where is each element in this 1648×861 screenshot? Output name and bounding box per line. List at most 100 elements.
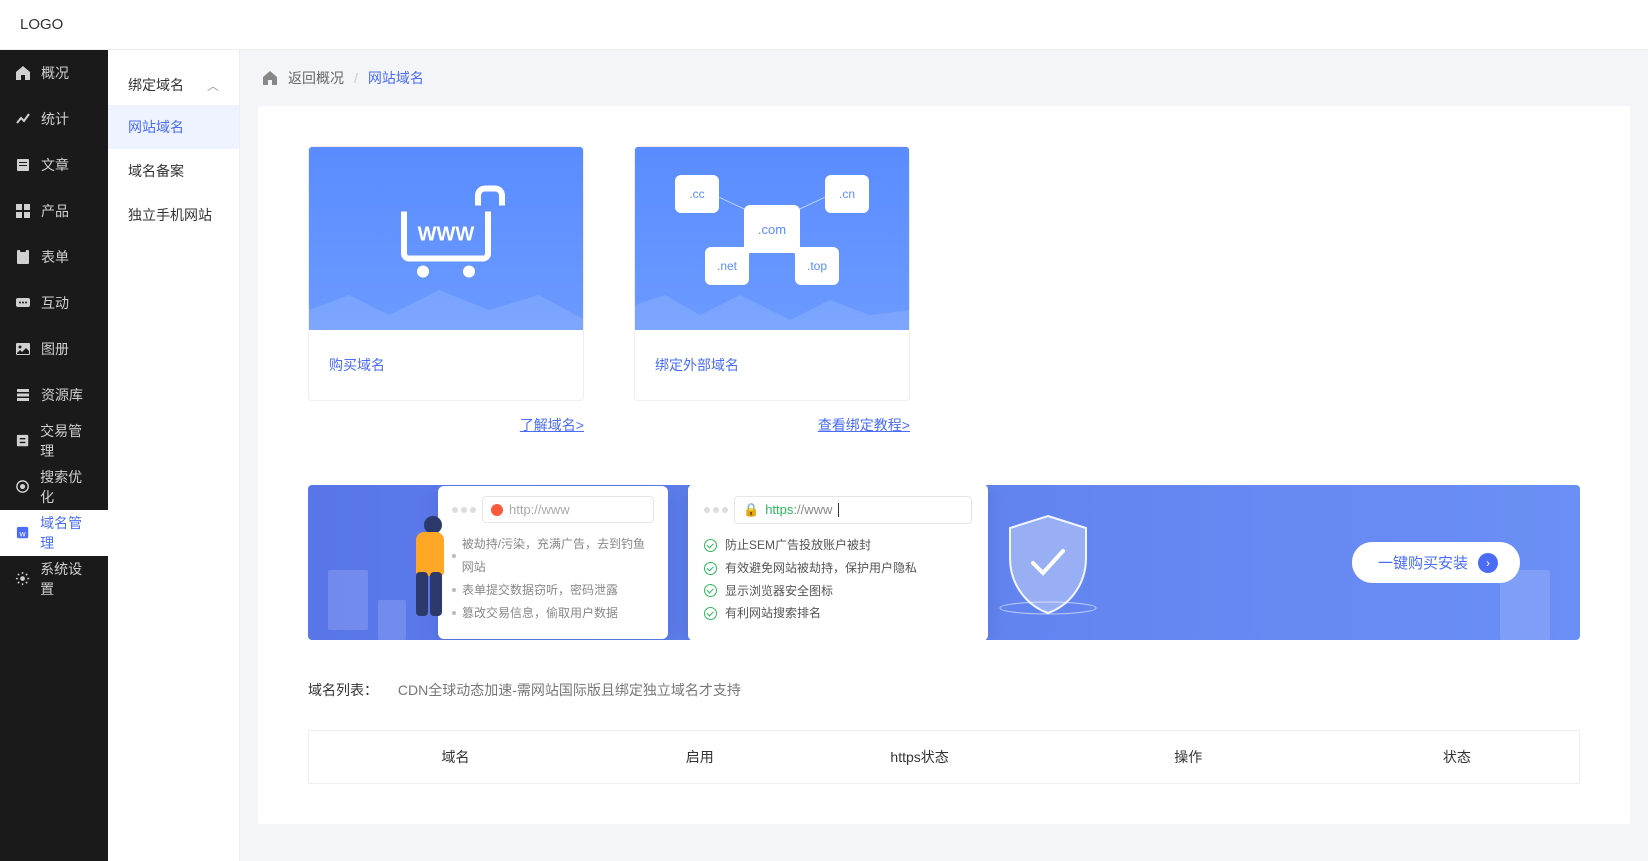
http-url-text: http://www: [509, 502, 570, 517]
article-icon: [15, 157, 31, 173]
check-icon: [704, 562, 717, 575]
card-link-learn-domain[interactable]: 了解域名>: [520, 417, 584, 433]
sidebar-item-seo[interactable]: 搜索优化: [0, 464, 108, 510]
sidebar-item-resource[interactable]: 资源库: [0, 372, 108, 418]
card-illustration: .cc .com .cn .net .top: [635, 147, 909, 330]
stats-icon: [15, 111, 31, 127]
sidebar-item-label: 交易管理: [40, 421, 93, 461]
subnav-title-label: 绑定域名: [128, 75, 184, 95]
subnav: 绑定域名 ︿ 网站域名 域名备案 独立手机网站: [108, 50, 240, 861]
card-label: 购买域名: [309, 330, 583, 400]
card-bind-external-domain[interactable]: .cc .com .cn .net .top 绑定外部域名: [634, 146, 910, 401]
sidebar-item-gallery[interactable]: 图册: [0, 326, 108, 372]
https-benefit-text: 显示浏览器安全图标: [725, 580, 833, 603]
sidebar-item-label: 产品: [41, 201, 69, 221]
sidebar-item-label: 互动: [41, 293, 69, 313]
subnav-item-mobile-site[interactable]: 独立手机网站: [108, 193, 239, 237]
sidebar-item-label: 概况: [41, 63, 69, 83]
subnav-item-label: 独立手机网站: [128, 205, 212, 225]
card-illustration: WWW: [309, 147, 583, 330]
card-buy-domain[interactable]: WWW 购买域名: [308, 146, 584, 401]
breadcrumb-sep: /: [354, 70, 358, 86]
sidebar-item-label: 资源库: [41, 385, 83, 405]
chevron-up-icon: ︿: [207, 77, 219, 94]
sidebar-item-label: 域名管理: [40, 513, 93, 553]
warning-icon: [491, 504, 503, 516]
domain-icon: w: [15, 525, 30, 541]
seo-icon: [15, 479, 30, 495]
settings-icon: [15, 571, 30, 587]
sidebar-item-label: 图册: [41, 339, 69, 359]
check-icon: [704, 607, 717, 620]
home-icon: [262, 70, 278, 86]
subnav-item-label: 域名备案: [128, 161, 184, 181]
https-banner: http://www 被劫持/污染，充满广告，去到钓鱼网站 表单提交数据窃听，密…: [308, 485, 1580, 640]
check-icon: [704, 584, 717, 597]
http-risk-text: 表单提交数据窃听，密码泄露: [462, 579, 618, 602]
main-area: 返回概况 / 网站域名 WWW: [240, 50, 1648, 861]
product-icon: [15, 203, 31, 219]
resource-icon: [15, 387, 31, 403]
tld-badge: .cc: [675, 175, 719, 213]
subnav-item-site-domain[interactable]: 网站域名: [108, 105, 239, 149]
tld-badge: .net: [705, 247, 749, 285]
card-label: 绑定外部域名: [635, 330, 909, 400]
domain-list-desc: CDN全球动态加速-需网站国际版且绑定独立域名才支持: [398, 682, 741, 698]
sidebar-item-label: 文章: [41, 155, 69, 175]
https-benefit-text: 有效避免网站被劫持，保护用户隐私: [725, 557, 917, 580]
breadcrumb: 返回概况 / 网站域名: [240, 50, 1648, 106]
column-enable: 启用: [602, 747, 797, 767]
shield-icon: [998, 508, 1098, 618]
tld-badge: .com: [744, 205, 800, 253]
sidebar-item-label: 搜索优化: [40, 467, 93, 507]
http-browser-illustration: http://www 被劫持/污染，充满广告，去到钓鱼网站 表单提交数据窃听，密…: [438, 486, 668, 638]
trade-icon: [15, 433, 30, 449]
sidebar-item-trade[interactable]: 交易管理: [0, 418, 108, 464]
check-icon: [704, 539, 717, 552]
column-status: 状态: [1335, 747, 1579, 767]
cart-www-text: WWW: [407, 211, 485, 246]
sidebar-item-article[interactable]: 文章: [0, 142, 108, 188]
subnav-item-label: 网站域名: [128, 117, 184, 137]
column-action: 操作: [1042, 747, 1335, 767]
tld-badge: .top: [795, 247, 839, 285]
sidebar-item-form[interactable]: 表单: [0, 234, 108, 280]
content-panel: WWW 购买域名 了解域名>: [258, 106, 1630, 824]
primary-sidebar: 概况 统计 文章 产品 表单 互动: [0, 50, 108, 861]
subnav-item-icp[interactable]: 域名备案: [108, 149, 239, 193]
interact-icon: [15, 295, 31, 311]
http-risk-text: 被劫持/污染，充满广告，去到钓鱼网站: [462, 533, 654, 579]
sidebar-item-interact[interactable]: 互动: [0, 280, 108, 326]
breadcrumb-back[interactable]: 返回概况: [288, 68, 344, 88]
domain-table: 域名 启用 https状态 操作 状态: [308, 730, 1580, 784]
cta-label: 一键购买安装: [1378, 552, 1468, 573]
svg-text:w: w: [18, 529, 26, 539]
sidebar-item-settings[interactable]: 系统设置: [0, 556, 108, 602]
home-icon: [15, 65, 31, 81]
one-click-install-button[interactable]: 一键购买安装 ›: [1352, 542, 1520, 583]
logo: LOGO: [20, 16, 63, 33]
table-header-row: 域名 启用 https状态 操作 状态: [309, 731, 1579, 783]
sidebar-item-product[interactable]: 产品: [0, 188, 108, 234]
https-benefit-text: 防止SEM广告投放账户被封: [725, 534, 871, 557]
https-url-rest: ://www: [793, 502, 832, 517]
subnav-title[interactable]: 绑定域名 ︿: [108, 75, 239, 105]
card-link-bind-tutorial[interactable]: 查看绑定教程>: [818, 417, 910, 433]
http-risk-text: 篡改交易信息，偷取用户数据: [462, 602, 618, 625]
sidebar-item-overview[interactable]: 概况: [0, 50, 108, 96]
arrow-right-icon: ›: [1478, 553, 1498, 573]
sidebar-item-label: 系统设置: [40, 559, 93, 599]
sidebar-item-stats[interactable]: 统计: [0, 96, 108, 142]
sidebar-item-domain[interactable]: w 域名管理: [0, 510, 108, 556]
column-domain: 域名: [309, 747, 602, 767]
https-browser-illustration: 🔒 https://www 防止SEM广告投放账户被封 有效避免网站被劫持，保护…: [688, 485, 988, 640]
sidebar-item-label: 统计: [41, 109, 69, 129]
domain-list-header: 域名列表： CDN全球动态加速-需网站国际版且绑定独立域名才支持: [308, 680, 1580, 700]
https-benefit-text: 有利网站搜索排名: [725, 602, 821, 625]
form-icon: [15, 249, 31, 265]
https-label: https: [765, 502, 793, 517]
lock-icon: 🔒: [743, 502, 759, 518]
action-cards: WWW 购买域名 了解域名>: [308, 146, 1580, 435]
breadcrumb-current: 网站域名: [368, 68, 424, 88]
topbar: LOGO: [0, 0, 1648, 50]
